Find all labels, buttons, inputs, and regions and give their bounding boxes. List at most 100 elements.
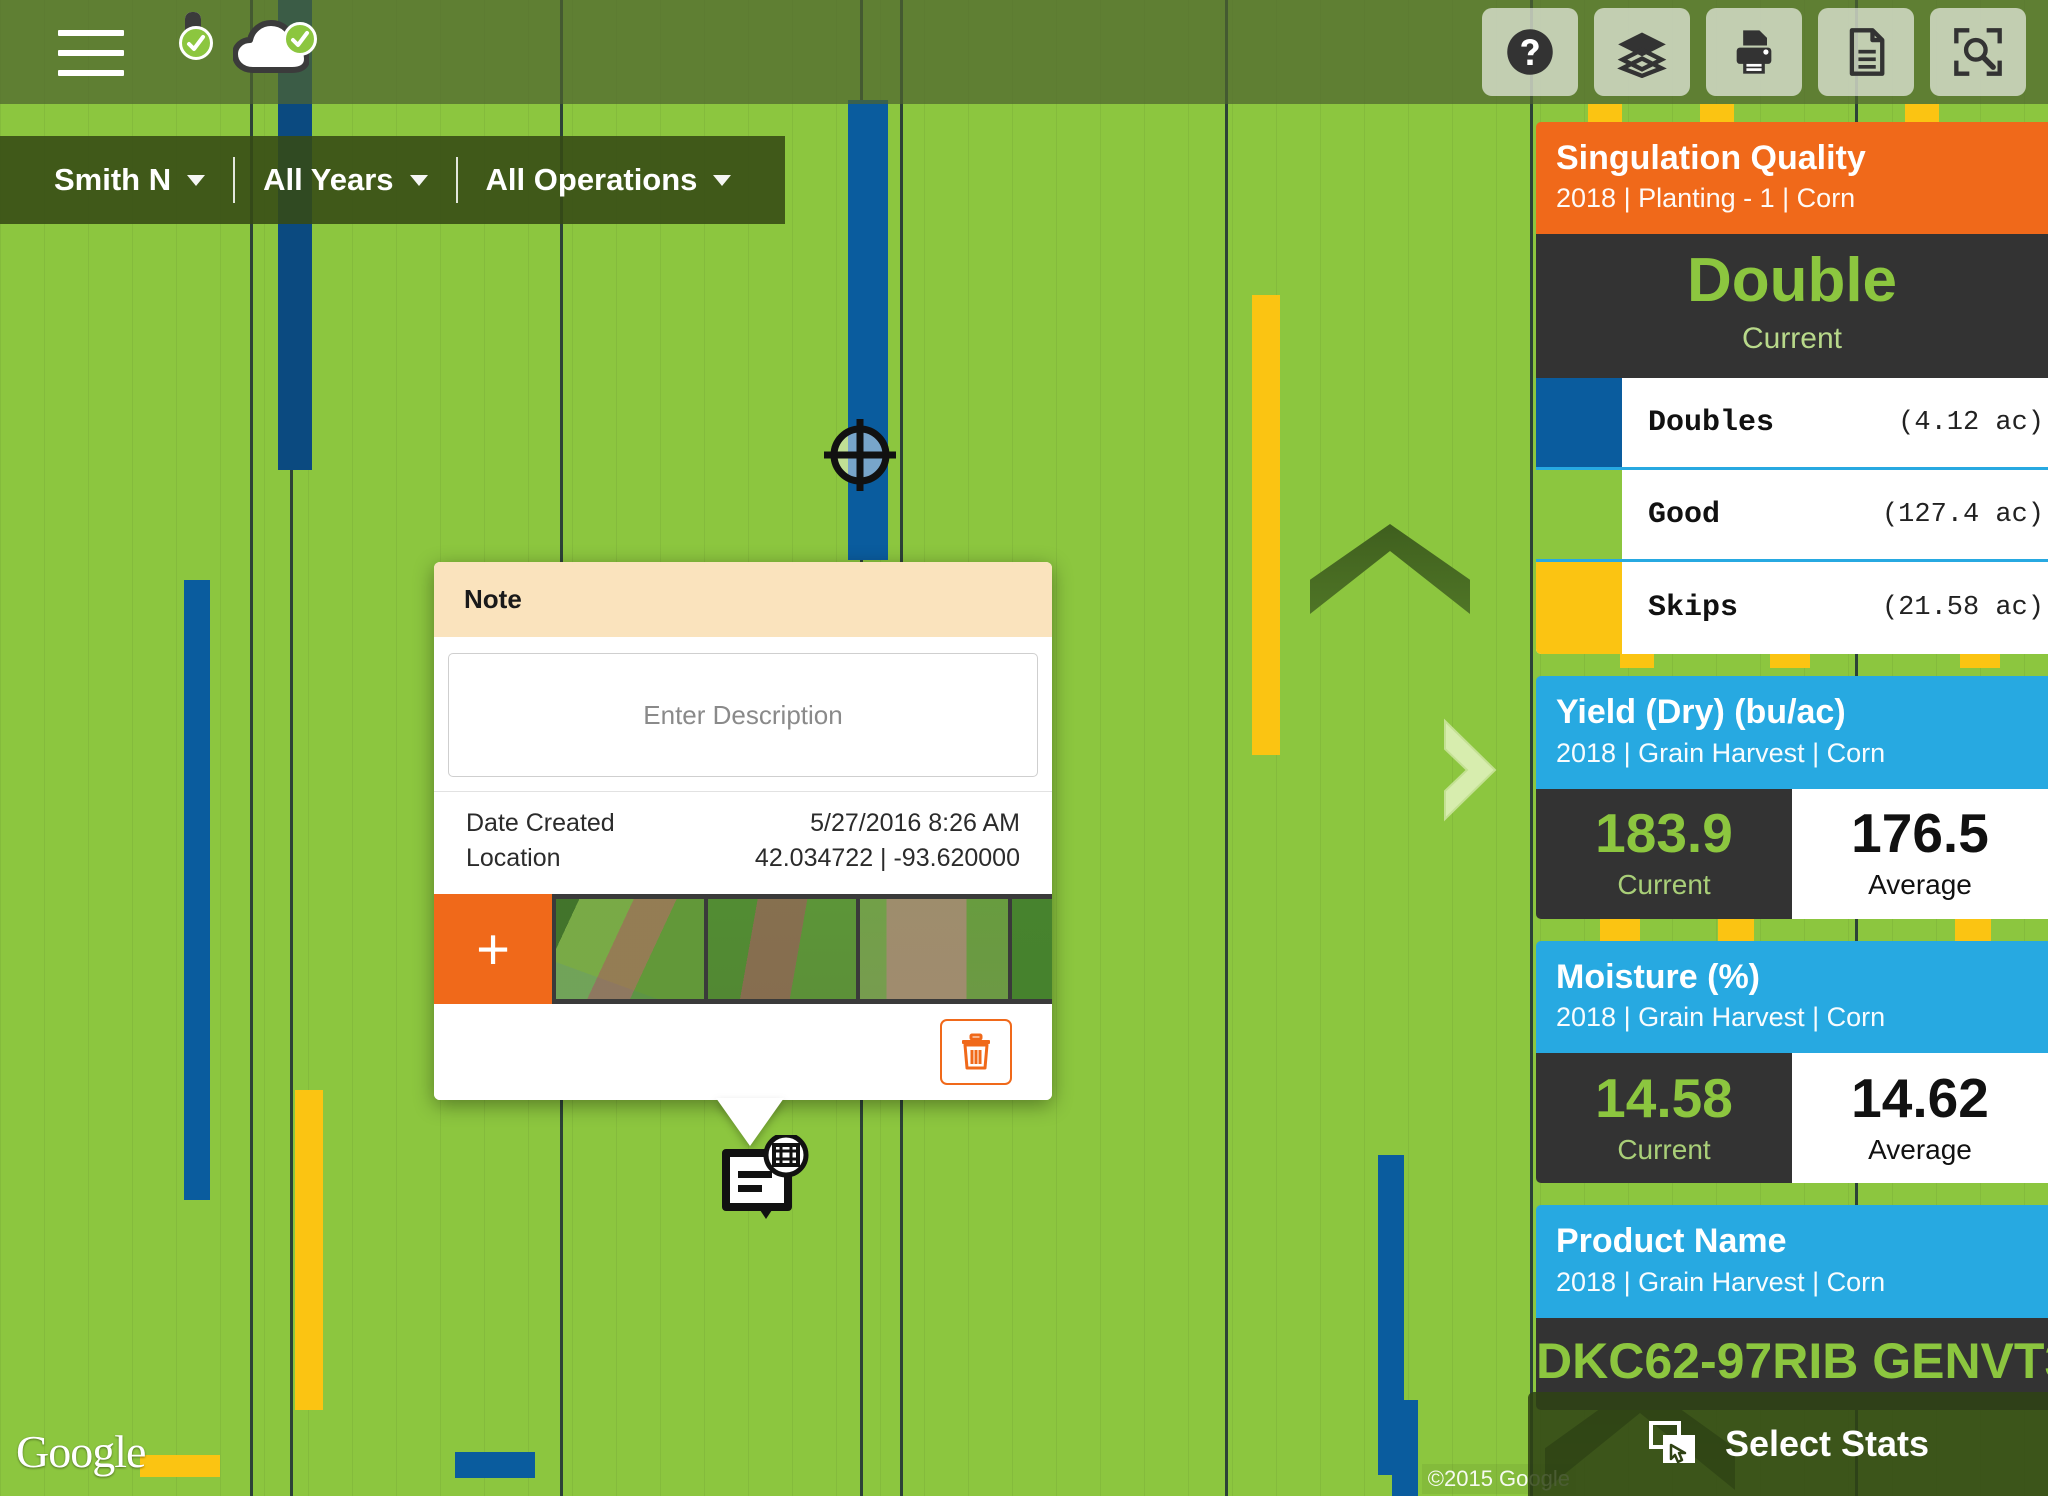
product-subtitle: 2018 | Grain Harvest | Corn (1556, 1266, 1886, 1297)
note-metadata: Date Created 5/27/2016 8:26 AM Location … (434, 791, 1052, 894)
hamburger-menu-icon[interactable] (58, 30, 124, 76)
stat-card-singulation[interactable]: Singulation Quality 2018 | Planting - 1 … (1536, 122, 2048, 655)
legend-body-skips: Skips (21.58 ac) (1622, 562, 2048, 654)
legend-swatch-skips (1536, 562, 1622, 655)
note-photo-thumbnail[interactable] (860, 899, 1008, 999)
note-popup: Note Enter Description Date Created 5/27… (434, 562, 1052, 1146)
map-crosshair-icon (820, 415, 900, 495)
product-title: Product Name (1556, 1222, 1787, 1261)
note-location-label: Location (466, 844, 561, 872)
singulation-card-header: Singulation Quality 2018 | Planting - 1 … (1536, 122, 2048, 235)
legend-row-good[interactable]: Good (127.4 ac) (1536, 470, 2048, 563)
legend-row-skips[interactable]: Skips (21.58 ac) (1536, 562, 2048, 655)
print-icon[interactable] (1706, 8, 1802, 96)
chevron-down-icon (713, 174, 732, 186)
layers-icon[interactable] (1594, 8, 1690, 96)
moisture-average-cell: 14.62 Average (1792, 1053, 2048, 1184)
moisture-average-value: 14.62 (1851, 1066, 1989, 1129)
top-toolbar (0, 0, 2048, 104)
singulation-current-block: Double Current (1536, 234, 2048, 379)
legend-body-doubles: Doubles (4.12 ac) (1622, 378, 2048, 467)
yield-subtitle: 2018 | Grain Harvest | Corn (1556, 737, 1886, 768)
filter-operations-label: All Operations (485, 162, 698, 197)
moisture-current-cell: 14.58 Current (1536, 1053, 1792, 1184)
select-stats-button[interactable]: Select Stats (1528, 1392, 2048, 1496)
legend-acres-good: (127.4 ac) (1881, 499, 2044, 530)
google-logo: Google (16, 1426, 146, 1477)
note-location-row: Location 42.034722 | -93.620000 (466, 841, 1020, 876)
note-description-input[interactable]: Enter Description (448, 653, 1038, 777)
filter-years[interactable]: All Years (235, 162, 455, 198)
note-photo-strip: + (434, 894, 1052, 1004)
map-strip-skips (140, 1455, 220, 1477)
legend-acres-skips: (21.58 ac) (1881, 593, 2044, 624)
yield-current-cell: 183.9 Current (1536, 788, 1792, 919)
map-pass-line (1530, 0, 1533, 1496)
moisture-subtitle: 2018 | Grain Harvest | Corn (1556, 1002, 1886, 1033)
chevron-down-icon (187, 174, 206, 186)
note-photo-thumbnail[interactable] (708, 899, 856, 999)
note-popup-title: Note (434, 562, 1052, 637)
singulation-current-value: Double (1686, 246, 1898, 316)
cloud-sync-status-icon[interactable] (233, 20, 318, 76)
yield-current-label: Current (1617, 869, 1711, 901)
map-strip-doubles (455, 1452, 535, 1478)
next-feature-button[interactable] (1437, 715, 1499, 825)
map-strip-skips (1252, 295, 1280, 755)
filter-grower-label: Smith N (54, 162, 172, 197)
map-strip-skips (295, 1090, 323, 1410)
map-strip-doubles (184, 580, 210, 1200)
yield-card-header: Yield (Dry) (bu/ac) 2018 | Grain Harvest… (1536, 676, 2048, 789)
device-sync-status-icon[interactable] (179, 12, 213, 60)
help-icon[interactable] (1482, 8, 1578, 96)
chevron-down-icon (409, 174, 428, 186)
map-pass-line (250, 0, 253, 1496)
singulation-current-label: Current (1741, 322, 1843, 356)
product-value: DKC62-97RIB GENVT3P (1536, 1332, 2048, 1389)
check-badge-icon (283, 22, 318, 56)
legend-swatch-doubles (1536, 378, 1622, 468)
note-marker-icon[interactable] (716, 1132, 812, 1227)
note-description-wrap: Enter Description (434, 637, 1052, 791)
map-pass-line (1225, 0, 1228, 1496)
moisture-card-header: Moisture (%) 2018 | Grain Harvest | Corn (1536, 940, 2048, 1054)
note-date-created-row: Date Created 5/27/2016 8:26 AM (466, 806, 1020, 841)
note-photo-thumbnail[interactable] (556, 899, 704, 999)
legend-acres-doubles: (4.12 ac) (1898, 407, 2044, 438)
filter-years-label: All Years (263, 162, 394, 197)
legend-name-skips: Skips (1648, 591, 1739, 626)
map-strip-doubles (1392, 1400, 1418, 1496)
moisture-current-label: Current (1617, 1133, 1711, 1165)
moisture-title: Moisture (%) (1556, 957, 1760, 996)
filter-grower[interactable]: Smith N (26, 162, 233, 198)
stat-card-moisture[interactable]: Moisture (%) 2018 | Grain Harvest | Corn… (1536, 940, 2048, 1184)
delete-note-button[interactable] (940, 1019, 1012, 1085)
legend-swatch-good (1536, 470, 1622, 560)
moisture-current-value: 14.58 (1595, 1066, 1733, 1129)
stats-panel: Singulation Quality 2018 | Planting - 1 … (1536, 122, 2048, 1432)
yield-values: 183.9 Current 176.5 Average (1536, 788, 2048, 919)
yield-average-value: 176.5 (1851, 802, 1989, 865)
toolbar-buttons (1482, 8, 2026, 96)
stat-card-yield[interactable]: Yield (Dry) (bu/ac) 2018 | Grain Harvest… (1536, 676, 2048, 919)
note-photo-thumbnail[interactable] (1012, 899, 1052, 999)
report-icon[interactable] (1818, 8, 1914, 96)
search-area-icon[interactable] (1930, 8, 2026, 96)
note-location-value: 42.034722 | -93.620000 (754, 844, 1020, 872)
singulation-title: Singulation Quality (1556, 139, 1866, 177)
moisture-average-label: Average (1868, 1133, 1972, 1165)
app-root: Google ©2015 Google Smith N All Years Al… (0, 0, 2048, 1496)
legend-row-doubles[interactable]: Doubles (4.12 ac) (1536, 378, 2048, 471)
legend-name-doubles: Doubles (1648, 405, 1775, 440)
note-date-created-value: 5/27/2016 8:26 AM (810, 809, 1020, 837)
yield-average-cell: 176.5 Average (1792, 788, 2048, 919)
filter-operations[interactable]: All Operations (458, 162, 760, 198)
singulation-subtitle: 2018 | Planting - 1 | Corn (1556, 183, 1856, 214)
note-action-bar (434, 1004, 1052, 1100)
note-date-created-label: Date Created (466, 809, 615, 837)
stat-card-product[interactable]: Product Name 2018 | Grain Harvest | Corn… (1536, 1205, 2048, 1410)
add-photo-button[interactable]: + (434, 894, 552, 1004)
status-icon-group (179, 12, 337, 84)
select-stats-icon (1648, 1421, 1695, 1464)
yield-title: Yield (Dry) (bu/ac) (1556, 693, 1846, 732)
